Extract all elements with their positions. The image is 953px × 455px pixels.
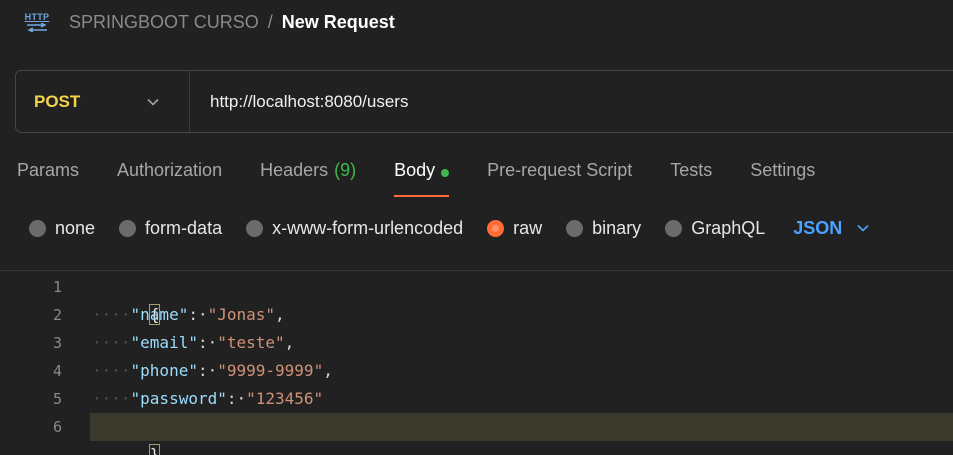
code-line: ····"phone":·"9999-9999", bbox=[92, 361, 333, 380]
line-number: 5 bbox=[52, 390, 62, 408]
json-key: "email" bbox=[130, 333, 198, 352]
close-brace: } bbox=[148, 444, 161, 455]
code-line: } bbox=[92, 413, 161, 455]
code-editor[interactable]: 1 2 3 4 5 6 { ····"name":·"Jonas", ····"… bbox=[0, 270, 953, 455]
body-indicator-dot bbox=[441, 169, 450, 177]
request-title[interactable]: New Request bbox=[282, 12, 395, 33]
url-input[interactable] bbox=[190, 71, 953, 132]
chevron-down-icon bbox=[147, 98, 159, 106]
tab-headers[interactable]: Headers (9) bbox=[260, 158, 356, 196]
line-number: 6 bbox=[52, 418, 62, 436]
method-label: POST bbox=[34, 91, 81, 111]
line-number: 1 bbox=[52, 278, 62, 296]
tab-settings[interactable]: Settings bbox=[750, 158, 815, 196]
json-value: "Jonas" bbox=[207, 305, 276, 324]
http-icon: HTTP bbox=[22, 11, 52, 33]
line-number: 4 bbox=[52, 362, 62, 380]
request-editor: HTTP SPRINGBOOT CURSO / New Request POST… bbox=[0, 0, 953, 455]
tab-params[interactable]: Params bbox=[17, 158, 79, 196]
chevron-down-icon bbox=[857, 224, 869, 232]
tab-tests[interactable]: Tests bbox=[670, 158, 712, 196]
radio-button[interactable] bbox=[246, 219, 264, 237]
json-value: "teste" bbox=[217, 333, 285, 352]
json-value: "9999-9999" bbox=[217, 361, 324, 380]
mode-graphql[interactable]: GraphQL bbox=[665, 218, 765, 239]
code-line: ····"email":·"teste", bbox=[92, 333, 295, 352]
json-key: "name" bbox=[130, 305, 189, 324]
code-line: ····"password":·"123456" bbox=[92, 389, 324, 408]
language-select[interactable]: JSON bbox=[793, 218, 870, 239]
radio-button[interactable] bbox=[29, 219, 46, 237]
radio-button[interactable] bbox=[119, 219, 137, 237]
url-bar: POST bbox=[15, 70, 953, 133]
radio-button-selected[interactable] bbox=[487, 219, 505, 237]
line-number: 2 bbox=[52, 306, 62, 324]
tab-pre-request-script[interactable]: Pre-request Script bbox=[487, 158, 632, 196]
tab-authorization[interactable]: Authorization bbox=[117, 158, 222, 196]
line-number: 3 bbox=[52, 334, 62, 352]
tab-body[interactable]: Body bbox=[394, 158, 450, 197]
method-select[interactable]: POST bbox=[16, 71, 190, 132]
radio-button[interactable] bbox=[566, 219, 584, 237]
mode-x-www-form-urlencoded[interactable]: x-www-form-urlencoded bbox=[246, 218, 463, 239]
mode-form-data[interactable]: form-data bbox=[119, 218, 222, 239]
headers-count: (9) bbox=[334, 160, 357, 180]
breadcrumb: HTTP SPRINGBOOT CURSO / New Request bbox=[22, 10, 395, 34]
breadcrumb-separator: / bbox=[267, 11, 273, 32]
language-label: JSON bbox=[793, 217, 843, 238]
code-line: { bbox=[92, 273, 161, 325]
request-tabs: Params Authorization Headers (9) Body Pr… bbox=[17, 158, 853, 198]
mode-none[interactable]: none bbox=[29, 218, 95, 239]
mode-binary[interactable]: binary bbox=[566, 218, 641, 239]
radio-button[interactable] bbox=[665, 219, 683, 237]
json-value: "123456" bbox=[246, 389, 324, 408]
current-line-highlight bbox=[90, 413, 953, 441]
code-line: ····"name":·"Jonas", bbox=[92, 305, 285, 324]
mode-raw[interactable]: raw bbox=[487, 218, 542, 239]
breadcrumb-collection[interactable]: SPRINGBOOT CURSO bbox=[69, 12, 259, 33]
body-mode-options: none form-data x-www-form-urlencoded raw… bbox=[29, 215, 870, 241]
json-key: "phone" bbox=[130, 361, 198, 380]
json-key: "password" bbox=[130, 389, 227, 408]
